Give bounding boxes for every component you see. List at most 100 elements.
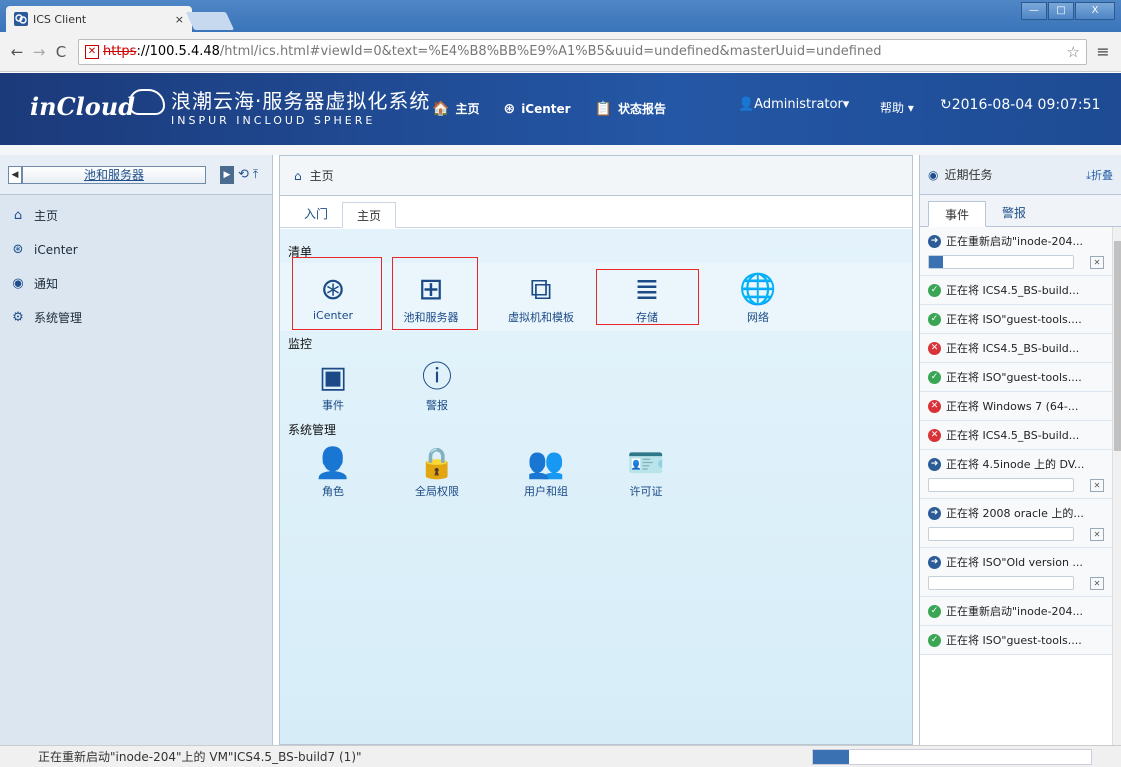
tile-roles[interactable]: 👤 角色: [288, 439, 378, 509]
help-menu[interactable]: 帮助 ▾: [880, 99, 914, 116]
tile-alarms[interactable]: ⓘ 警报: [392, 353, 482, 423]
task-item[interactable]: ✓ 正在将 ISO"guest-tools....: [920, 305, 1112, 334]
nav-back-button[interactable]: ◀: [8, 165, 22, 184]
success-icon: ✓: [928, 312, 941, 326]
cancel-task-icon[interactable]: ✕: [1090, 527, 1104, 541]
role-icon: 👤: [314, 446, 352, 481]
header-divider: [0, 145, 1121, 155]
close-window-button[interactable]: X: [1075, 2, 1115, 20]
new-tab-button[interactable]: [185, 12, 235, 30]
globe-icon: 🌐: [739, 272, 777, 307]
sidebar-item-notice[interactable]: ◉ 通知: [0, 267, 272, 301]
status-progress-fill: [813, 750, 850, 764]
sidebar-item-system-admin[interactable]: ⚙ 系统管理: [0, 301, 272, 335]
gear-icon: ⚙: [12, 310, 24, 325]
page-title: 主页: [309, 169, 334, 183]
task-item[interactable]: ➜ 正在将 2008 oracle 上的... ✕: [920, 499, 1112, 548]
main-panel: ⌂ 主页 入门 主页 清单 ⊛ iCenter ⊞ 池和服务器 ⧉ 虚拟机和模板…: [279, 155, 913, 745]
breadcrumb[interactable]: 池和服务器: [22, 165, 206, 184]
sidebar-item-label: 通知: [34, 277, 59, 291]
history-icon[interactable]: ⟲: [238, 167, 249, 182]
icenter-icon: ⊛: [12, 242, 24, 257]
task-item[interactable]: ✕ 正在将 ICS4.5_BS-build...: [920, 421, 1112, 450]
task-item[interactable]: ✓ 正在将 ISO"guest-tools....: [920, 363, 1112, 392]
collapse-button[interactable]: ⤓折叠: [1086, 167, 1113, 183]
sidebar-item-icenter[interactable]: ⊛ iCenter: [0, 233, 272, 267]
tile-users-groups[interactable]: 👥 用户和组: [501, 439, 591, 509]
tile-label: 全局权限: [415, 485, 459, 498]
task-item[interactable]: ➜ 正在重新启动"inode-204... ✕: [920, 227, 1112, 276]
task-item[interactable]: ✓ 正在将 ISO"guest-tools....: [920, 626, 1112, 655]
topnav-label: 主页: [455, 102, 480, 116]
browser-tab[interactable]: ICS Client ×: [6, 6, 192, 32]
top-nav: 🏠 主页 ⊛ iCenter 📋 状态报告: [432, 100, 690, 117]
tile-label: 角色: [322, 485, 344, 498]
url-scheme: https: [103, 44, 137, 59]
maximize-button[interactable]: □: [1048, 2, 1074, 20]
user-menu[interactable]: 👤Administrator▾: [738, 97, 849, 112]
tab-close-icon[interactable]: ×: [175, 13, 184, 26]
status-progress-bar: [812, 749, 1092, 765]
tab-getting-started[interactable]: 入门: [290, 201, 342, 227]
tile-label: 网络: [747, 311, 769, 324]
topnav-label: 状态报告: [618, 102, 667, 116]
tab-home[interactable]: 主页: [342, 202, 397, 228]
tile-label: 事件: [322, 399, 344, 412]
browser-menu-icon[interactable]: ≡: [1093, 42, 1113, 61]
tile-vm-templates[interactable]: ⧉ 虚拟机和模板: [496, 265, 586, 335]
task-text: 正在将 4.5inode 上的 DV...: [946, 458, 1085, 471]
forward-button[interactable]: →: [30, 43, 48, 61]
scrollbar-thumb[interactable]: [1114, 241, 1121, 451]
task-item[interactable]: ➜ 正在将 ISO"Old version ... ✕: [920, 548, 1112, 597]
task-text: 正在将 Windows 7 (64-...: [946, 400, 1079, 413]
task-item[interactable]: ✓ 正在将 ICS4.5_BS-build...: [920, 276, 1112, 305]
task-item[interactable]: ✕ 正在将 Windows 7 (64-...: [920, 392, 1112, 421]
section-title-monitoring: 监控: [288, 337, 313, 351]
tile-license[interactable]: 🪪 许可证: [601, 439, 691, 509]
nav-forward-button[interactable]: ▶: [220, 165, 234, 184]
recent-tasks-title: 近期任务: [944, 168, 993, 182]
tile-network[interactable]: 🌐 网络: [713, 265, 803, 335]
tab-title: ICS Client: [33, 12, 87, 26]
users-groups-icon: 👥: [527, 446, 565, 481]
app-header: inCloud 浪潮云海·服务器虚拟化系统 INSPUR INCLOUD SPH…: [0, 73, 1121, 145]
task-item[interactable]: ✓ 正在重新启动"inode-204...: [920, 597, 1112, 626]
back-button[interactable]: ←: [8, 43, 26, 61]
tab-events[interactable]: 事件: [928, 201, 987, 227]
status-bar: 正在重新启动"inode-204"上的 VM"ICS4.5_BS-build7 …: [0, 745, 1121, 767]
task-item[interactable]: ✕ 正在将 ICS4.5_BS-build...: [920, 334, 1112, 363]
recent-tasks-tabs: 事件 警报: [920, 195, 1121, 227]
pin-icon[interactable]: ⤒: [253, 167, 258, 182]
success-icon: ✓: [928, 370, 941, 384]
tile-global-permissions[interactable]: 🔒 全局权限: [392, 439, 482, 509]
topnav-status-report[interactable]: 📋 状态报告: [595, 100, 666, 117]
task-list-scrollbar[interactable]: [1112, 227, 1121, 745]
bookmark-star-icon[interactable]: ☆: [1067, 43, 1080, 61]
cancel-task-icon[interactable]: ✕: [1090, 576, 1104, 590]
reload-button[interactable]: C: [52, 43, 70, 61]
tile-label: 虚拟机和模板: [508, 311, 574, 324]
task-progress-bar: [928, 255, 1074, 269]
task-item[interactable]: ➜ 正在将 4.5inode 上的 DV... ✕: [920, 450, 1112, 499]
cloud-icon: [129, 89, 166, 115]
task-text: 正在将 ISO"guest-tools....: [946, 634, 1082, 647]
error-icon: ✕: [928, 341, 941, 355]
tab-alarms[interactable]: 警报: [986, 200, 1042, 226]
task-progress-bar: [928, 576, 1074, 590]
window-controls: — □ X: [1020, 2, 1115, 20]
topnav-home[interactable]: 🏠 主页: [432, 100, 479, 117]
url-path: /html/ics.html#viewId=0&text=%E4%B8%BB%E…: [219, 44, 882, 59]
topnav-icenter[interactable]: ⊛ iCenter: [503, 100, 570, 117]
cancel-task-icon[interactable]: ✕: [1090, 255, 1104, 269]
clock-refresh[interactable]: ↻2016-08-04 09:07:51: [940, 97, 1100, 113]
home-content: 清单 ⊛ iCenter ⊞ 池和服务器 ⧉ 虚拟机和模板 ≣ 存储 🌐 网络 …: [280, 229, 912, 744]
task-text: 正在将 ICS4.5_BS-build...: [946, 284, 1080, 297]
running-icon: ➜: [928, 506, 941, 520]
url-field[interactable]: ✕ https ://100.5.4.48 /html/ics.html#vie…: [78, 38, 1087, 65]
minimize-button[interactable]: —: [1021, 2, 1047, 20]
success-icon: ✓: [928, 283, 941, 297]
cancel-task-icon[interactable]: ✕: [1090, 478, 1104, 492]
task-text: 正在重新启动"inode-204...: [946, 235, 1084, 248]
sidebar-item-home[interactable]: ⌂ 主页: [0, 199, 272, 233]
tile-events[interactable]: ▣ 事件: [288, 353, 378, 423]
